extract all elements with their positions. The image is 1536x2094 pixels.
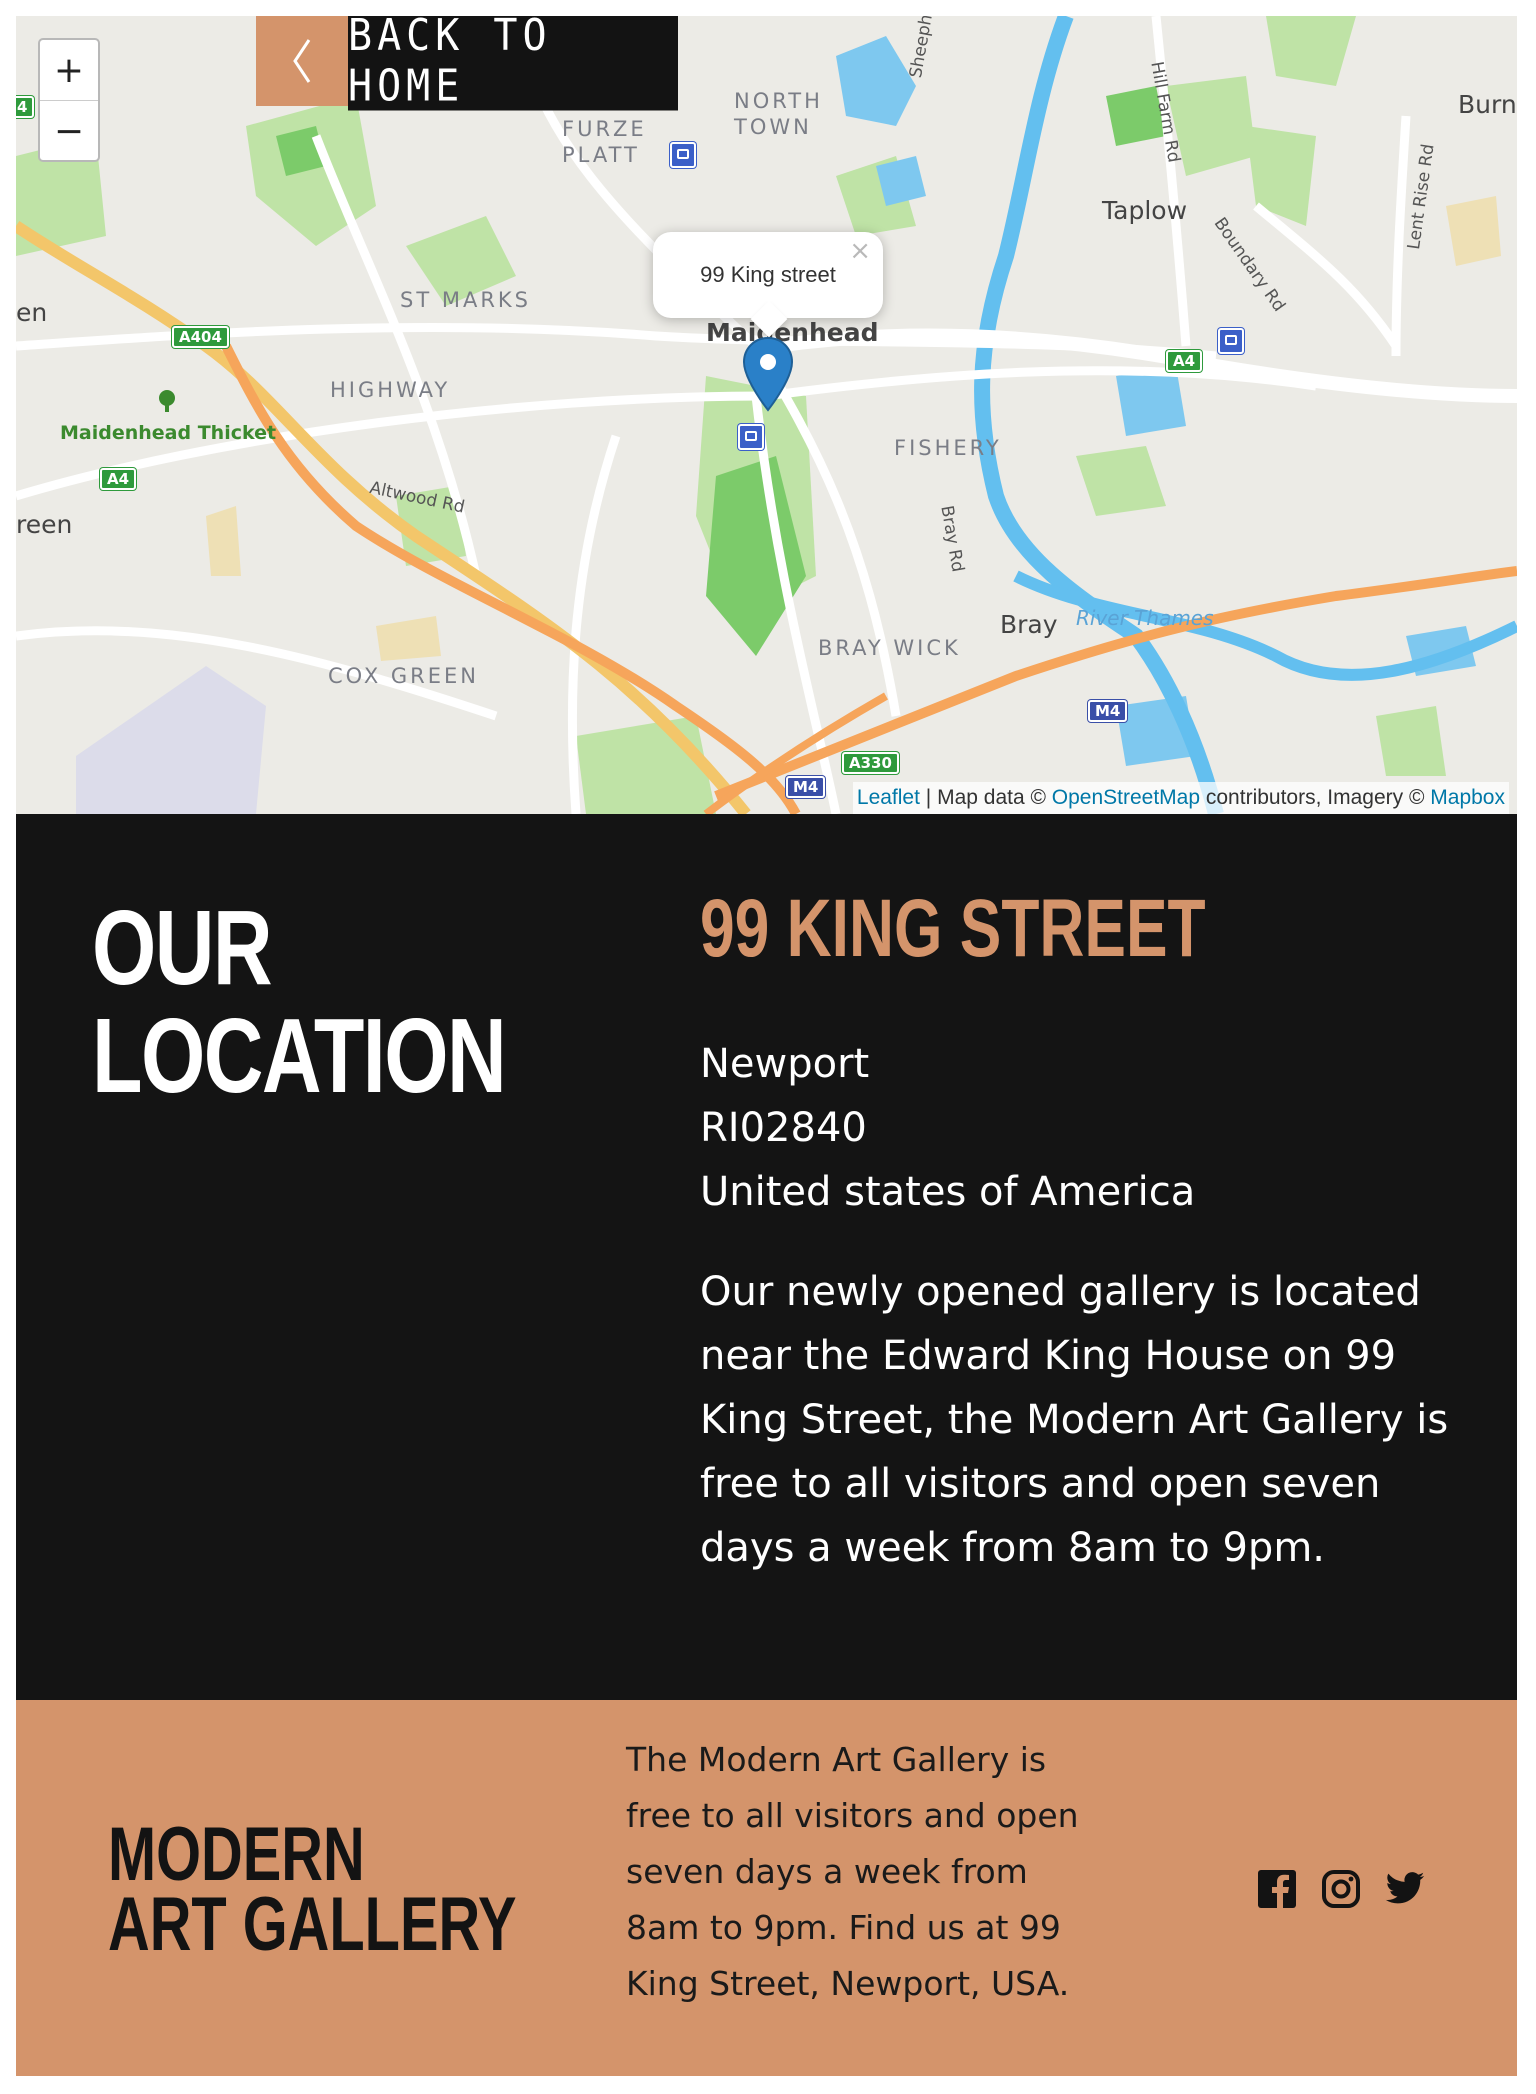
back-to-home-label: BACK TO HOME xyxy=(348,16,678,112)
water-river-thames: River Thames xyxy=(1076,606,1214,630)
attribution-sep: | Map data © xyxy=(919,786,1052,809)
shield-m4-south: M4 xyxy=(786,776,826,798)
tree-icon xyxy=(159,390,175,412)
place-cox-green: COX GREEN xyxy=(328,664,480,688)
address-title: 99 KING STREET xyxy=(700,883,1206,974)
address-zip: RI02840 xyxy=(700,1105,867,1151)
osm-link[interactable]: OpenStreetMap xyxy=(1052,786,1200,810)
place-reen: reen xyxy=(16,510,73,539)
map[interactable]: NORTH TOWN FURZE PLATT ST MARKS HIGHWAY … xyxy=(16,16,1517,814)
brand-line2: ART GALLERY xyxy=(108,1882,517,1967)
instagram-icon[interactable] xyxy=(1320,1868,1362,1910)
place-bray: Bray xyxy=(1000,610,1058,639)
brand-line1: MODERN xyxy=(108,1812,365,1897)
place-st-marks: ST MARKS xyxy=(400,288,532,312)
map-attribution: Leaflet | Map data © OpenStreetMap contr… xyxy=(852,782,1509,814)
close-icon[interactable]: × xyxy=(849,236,871,266)
page: NORTH TOWN FURZE PLATT ST MARKS HIGHWAY … xyxy=(16,16,1517,2076)
shield-m4-east: M4 xyxy=(1088,700,1128,722)
facebook-icon[interactable] xyxy=(1256,1868,1298,1910)
location-description: Our newly opened gallery is located near… xyxy=(700,1269,1449,1571)
shield-a4-west: A4 xyxy=(100,468,137,490)
twitter-icon[interactable] xyxy=(1384,1868,1426,1910)
popup-text: 99 King street xyxy=(700,262,836,287)
rail-station-icon xyxy=(670,142,696,168)
place-highway: HIGHWAY xyxy=(330,378,451,402)
shield-a330: A330 xyxy=(842,752,899,774)
social-links xyxy=(1256,1868,1426,1910)
footer-text: The Modern Art Gallery is free to all vi… xyxy=(626,1740,1079,2003)
map-popup: 99 King street × xyxy=(653,232,883,318)
zoom-out-button[interactable]: − xyxy=(40,100,98,161)
attribution-mid: contributors, Imagery © xyxy=(1200,786,1431,809)
location-section: OUR LOCATION 99 KING STREET Newport RI02… xyxy=(16,814,1517,1700)
shield-a4-east: A4 xyxy=(1166,350,1203,372)
address-city: Newport xyxy=(700,1041,870,1087)
place-fishery: FISHERY xyxy=(894,436,1002,460)
map-marker-icon[interactable] xyxy=(742,336,794,412)
footer: MODERN ART GALLERY The Modern Art Galler… xyxy=(16,1700,1517,2076)
zoom-in-button[interactable]: + xyxy=(40,40,98,100)
place-taplow: Taplow xyxy=(1102,196,1188,225)
park-maidenhead-thicket: Maidenhead Thicket xyxy=(60,422,277,444)
address-country: United states of America xyxy=(700,1169,1196,1215)
location-heading-line1: OUR xyxy=(92,889,273,1007)
address-lines: Newport RI02840 United states of America xyxy=(700,1032,1195,1224)
location-heading-line2: LOCATION xyxy=(92,997,507,1115)
place-en: en xyxy=(16,298,48,327)
back-to-home-button[interactable]: BACK TO HOME xyxy=(256,16,678,112)
place-bray-wick: BRAY WICK xyxy=(818,636,961,660)
rail-station-icon xyxy=(738,424,764,450)
footer-brand[interactable]: MODERN ART GALLERY xyxy=(108,1812,517,1967)
place-north-town: NORTH TOWN xyxy=(734,89,823,139)
location-heading: OUR LOCATION xyxy=(92,889,507,1115)
mapbox-link[interactable]: Mapbox xyxy=(1430,786,1505,810)
shield-a404: A404 xyxy=(172,326,229,348)
zoom-control: + − xyxy=(38,38,100,162)
place-furze-platt: FURZE PLATT xyxy=(562,117,647,167)
leaflet-link[interactable]: Leaflet xyxy=(857,786,920,810)
rail-station-icon xyxy=(1218,328,1244,354)
shield-a4-left: 4 xyxy=(16,96,35,118)
place-burn: Burn xyxy=(1458,90,1517,119)
chevron-left-icon xyxy=(256,16,348,106)
